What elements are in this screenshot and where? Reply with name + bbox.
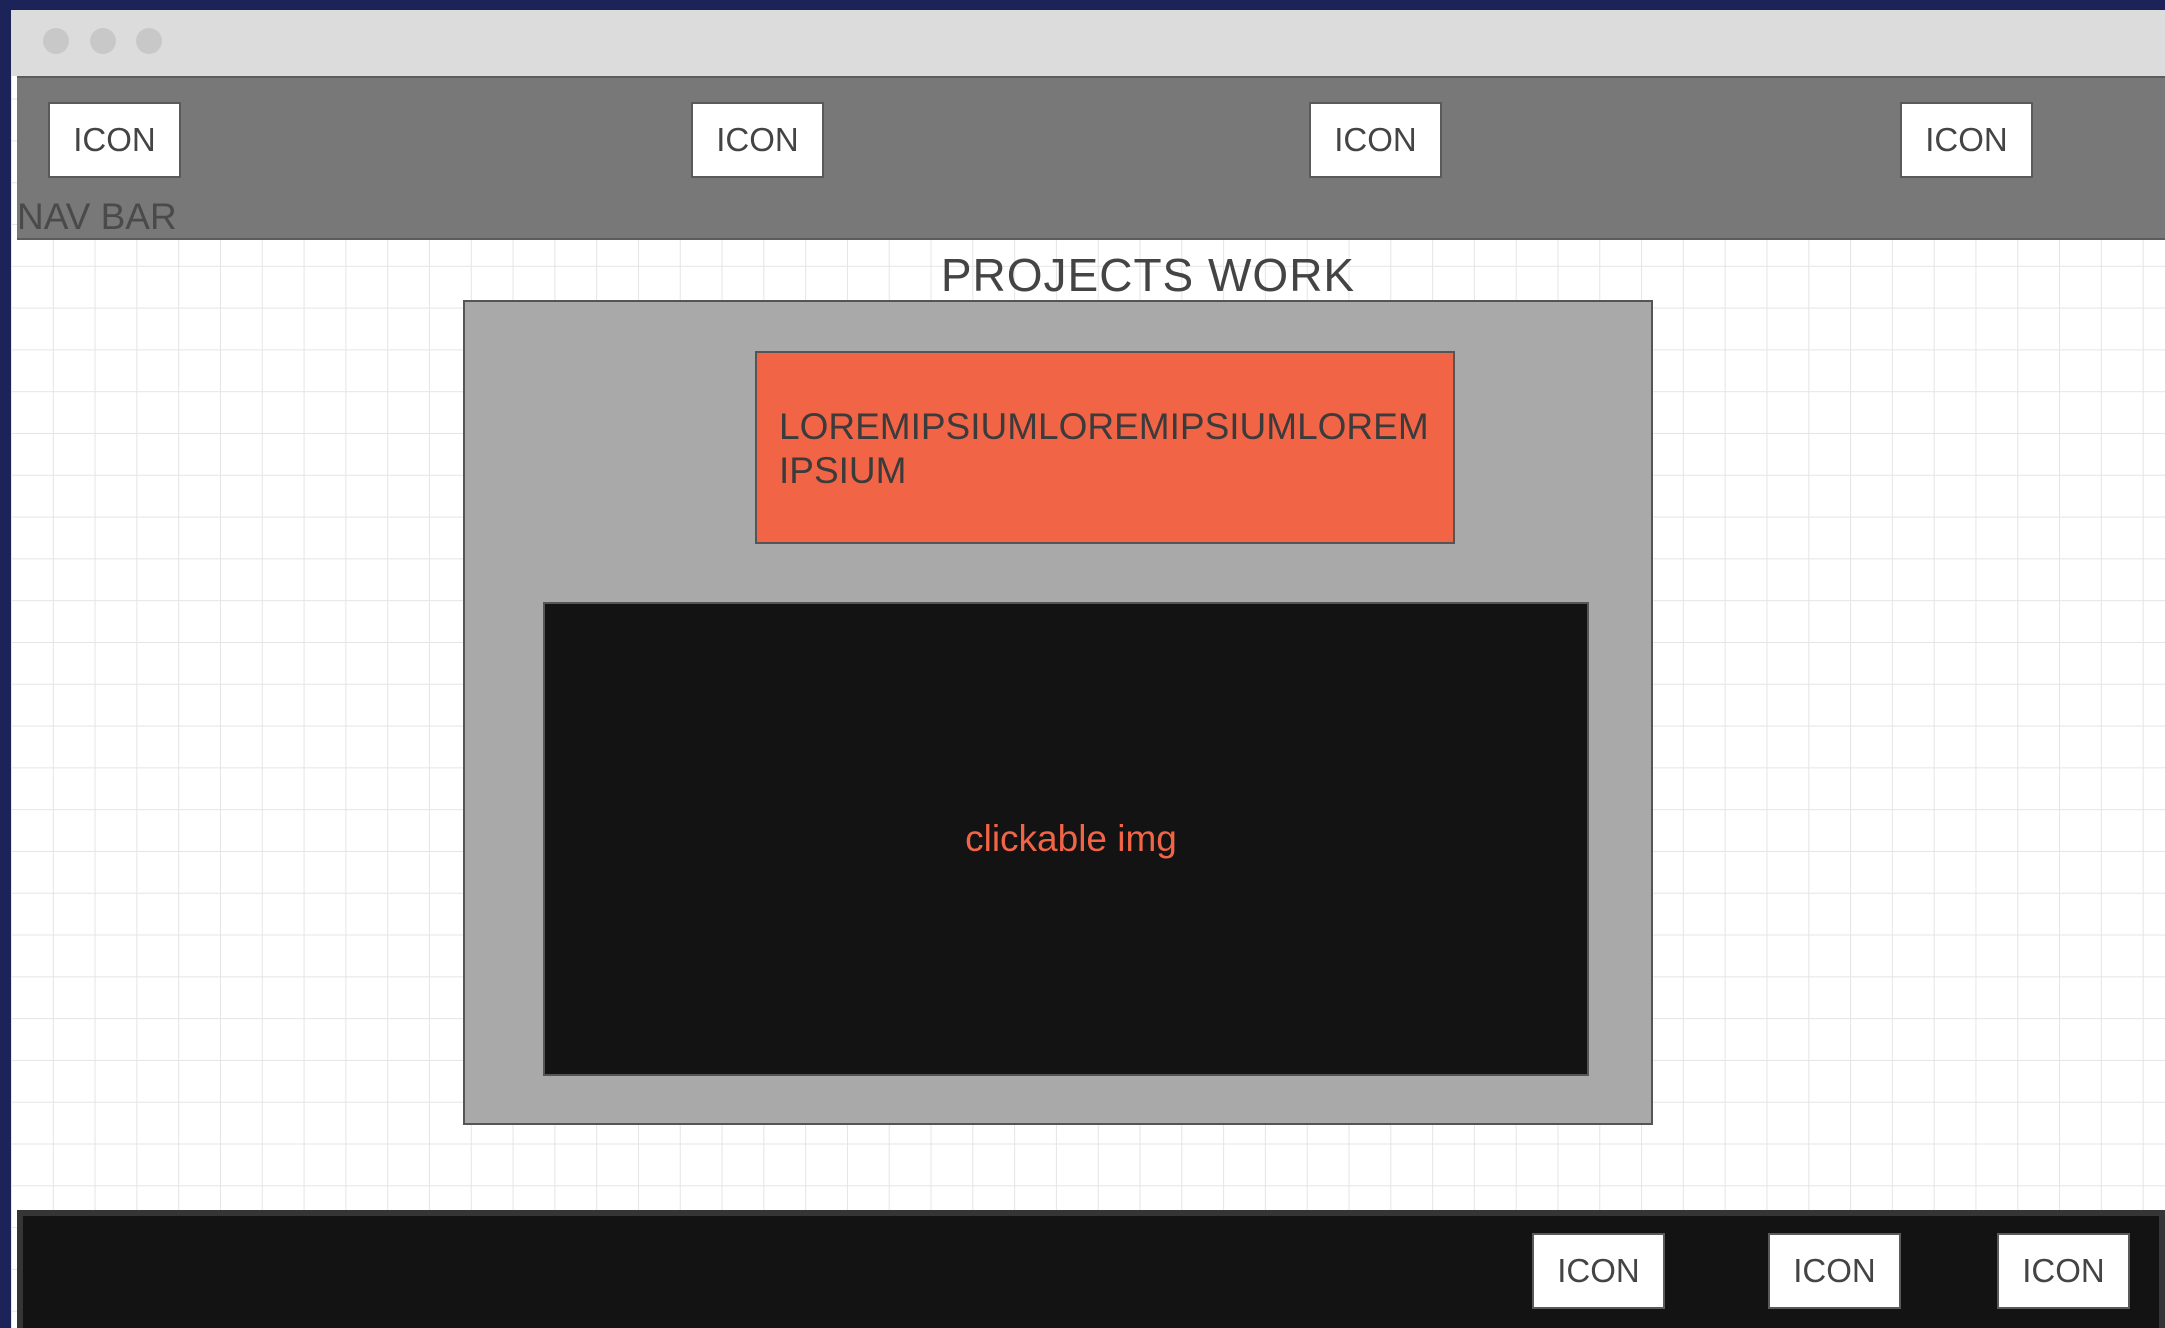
window-close-button[interactable] [43, 28, 69, 54]
footer-bar: ICON ICON ICON [17, 1210, 2165, 1328]
browser-window: ICON ICON ICON ICON NAV BAR PROJECTS WOR… [11, 10, 2165, 1328]
nav-icon-button-2[interactable]: ICON [691, 102, 824, 178]
window-title-bar [11, 10, 2165, 76]
nav-icon-button-3[interactable]: ICON [1309, 102, 1442, 178]
nav-icon-button-4[interactable]: ICON [1900, 102, 2033, 178]
footer-icon-button-1[interactable]: ICON [1532, 1233, 1665, 1309]
project-card: LOREMIPSIUMLOREMIPSIUMLOREMIPSIUM clicka… [463, 300, 1653, 1125]
nav-bar-label: NAV BAR [17, 196, 177, 237]
window-maximize-button[interactable] [136, 28, 162, 54]
footer-icon-button-2[interactable]: ICON [1768, 1233, 1901, 1309]
project-image[interactable]: clickable img [543, 602, 1589, 1076]
project-description: LOREMIPSIUMLOREMIPSIUMLOREMIPSIUM [755, 351, 1455, 544]
project-image-label: clickable img [965, 818, 1177, 859]
page-title: PROJECTS WORK [940, 249, 1356, 301]
footer-icon-button-3[interactable]: ICON [1997, 1233, 2130, 1309]
nav-icon-button-1[interactable]: ICON [48, 102, 181, 178]
window-minimize-button[interactable] [90, 28, 116, 54]
nav-bar: ICON ICON ICON ICON NAV BAR [17, 76, 2165, 240]
